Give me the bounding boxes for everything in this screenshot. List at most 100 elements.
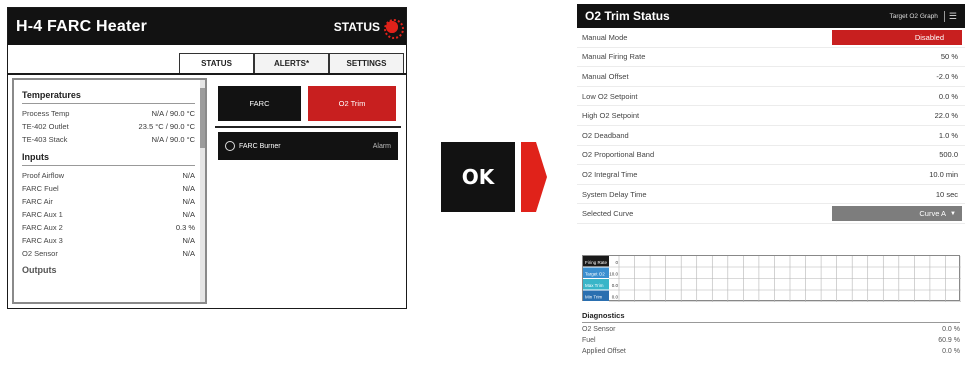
list-item: FARC Air N/A <box>22 195 195 208</box>
reading-label: Process Temp <box>22 109 70 118</box>
heater-title-bar: H-4 FARC Heater STATUS <box>8 8 406 45</box>
readings-list: Temperatures Process Temp N/A / 90.0 °C T… <box>12 78 207 304</box>
curve-cell-value: 0 <box>615 260 618 265</box>
right-arrow-icon <box>521 142 547 212</box>
list-item[interactable]: Low O2 Setpoint 0.0 % <box>577 87 965 107</box>
reading-label: Proof Airflow <box>22 171 65 180</box>
reading-value: N/A <box>182 171 195 180</box>
temperatures-section: Temperatures Process Temp N/A / 90.0 °C T… <box>14 80 205 278</box>
list-item[interactable]: O2 Integral Time 10.0 min <box>577 165 965 185</box>
curve-cell-value: 0.0 <box>612 283 619 288</box>
row-value: 50 % <box>940 52 958 62</box>
curve-row-label: Max Trim <box>585 283 604 288</box>
list-item[interactable]: O2 Proportional Band 500.0 <box>577 146 965 166</box>
burner-label: FARC Burner <box>239 142 281 150</box>
curve-table[interactable]: Firing Rate 0 Target O2 10.0 Max Trim 0.0 Min … <box>582 255 961 302</box>
status-indicator[interactable]: STATUS <box>334 18 404 39</box>
reading-value: N/A / 90.0 °C <box>151 135 195 144</box>
list-item: FARC Aux 3 N/A <box>22 234 195 247</box>
reading-label: FARC Fuel <box>22 184 59 193</box>
section-divider <box>215 126 401 128</box>
row-label: Manual Offset <box>582 71 629 81</box>
list-item: FARC Aux 2 0.3 % <box>22 221 195 234</box>
reading-label: O2 Sensor <box>22 249 58 258</box>
farc-button[interactable]: FARC <box>218 86 301 121</box>
o2-trim-button[interactable]: O2 Trim <box>308 86 396 121</box>
tab-divider <box>8 73 406 75</box>
reading-value: N/A <box>182 210 195 219</box>
o2-trim-status-panel: O2 Trim Status Target O2 Graph ☰ Manual … <box>577 4 965 367</box>
title-actions: Target O2 Graph ☰ <box>890 10 957 22</box>
reading-value: N/A <box>182 184 195 193</box>
o2-trim-title-bar: O2 Trim Status Target O2 Graph ☰ <box>577 4 965 28</box>
reading-label: FARC Aux 2 <box>22 223 63 232</box>
curve-grid-svg: Firing Rate 0 Target O2 10.0 Max Trim 0.0 Min … <box>583 256 961 302</box>
list-item: O2 Sensor 0.0 % <box>582 324 962 335</box>
menu-icon[interactable]: ☰ <box>943 10 957 22</box>
row-value: 60.9 % <box>938 337 960 344</box>
selected-curve-row: Selected Curve Curve A ▼ <box>577 204 965 224</box>
farc-burner-item[interactable]: FARC Burner Alarm <box>218 132 398 160</box>
reading-value: 23.5 °C / 90.0 °C <box>138 122 195 131</box>
tab-alerts[interactable]: ALERTS* <box>254 53 329 73</box>
target-o2-graph-link[interactable]: Target O2 Graph <box>890 13 938 20</box>
caret-down-icon: ▼ <box>950 210 956 217</box>
inputs-heading: Inputs <box>22 146 195 166</box>
row-label: O2 Deadband <box>582 130 629 140</box>
outputs-heading: Outputs <box>22 265 57 275</box>
row-label: O2 Sensor <box>582 326 616 333</box>
alarm-status-icon <box>384 18 404 39</box>
curve-row-label: Firing Rate <box>585 260 608 265</box>
row-value: 22.0 % <box>934 111 958 121</box>
row-label: High O2 Setpoint <box>582 111 640 121</box>
list-item: FARC Aux 1 N/A <box>22 208 195 221</box>
reading-value: 0.3 % <box>175 223 195 232</box>
curve-cell-value: 10.0 <box>609 271 618 276</box>
row-label: O2 Integral Time <box>582 169 638 179</box>
list-item: Applied Offset 0.0 % <box>582 346 962 357</box>
screenshot-stage: H-4 FARC Heater STATUS STATUS ALERTS* SE… <box>0 0 965 367</box>
manual-mode-row: Manual Mode Disabled <box>577 28 965 48</box>
row-label: Manual Mode <box>582 32 628 42</box>
list-item[interactable]: Manual Firing Rate 50 % <box>577 48 965 68</box>
reading-value: N/A <box>182 236 195 245</box>
tab-settings[interactable]: SETTINGS <box>329 53 404 73</box>
row-label: Fuel <box>582 337 596 344</box>
row-label: Manual Firing Rate <box>582 52 646 62</box>
tab-status[interactable]: STATUS <box>179 53 254 73</box>
ok-button[interactable]: OK <box>441 142 515 212</box>
list-item: Fuel 60.9 % <box>582 335 962 346</box>
diagnostics-heading: Diagnostics <box>582 311 960 323</box>
list-item: Proof Airflow N/A <box>22 169 195 182</box>
readings-scrollbar[interactable] <box>200 80 205 302</box>
list-item: TE-403 Stack N/A / 90.0 °C <box>22 133 195 146</box>
row-value: 10.0 min <box>929 169 958 179</box>
row-label: Low O2 Setpoint <box>582 91 638 101</box>
list-item[interactable]: System Delay Time 10 sec <box>577 185 965 205</box>
curve-row-label: Target O2 <box>585 271 605 276</box>
reading-value: N/A / 90.0 °C <box>151 109 195 118</box>
row-value: 0.0 % <box>942 348 960 355</box>
list-item: TE-402 Outlet 23.5 °C / 90.0 °C <box>22 120 195 133</box>
row-label: O2 Proportional Band <box>582 150 655 160</box>
list-item[interactable]: O2 Deadband 1.0 % <box>577 126 965 146</box>
list-item[interactable]: High O2 Setpoint 22.0 % <box>577 106 965 126</box>
reading-label: FARC Aux 1 <box>22 210 63 219</box>
row-label: System Delay Time <box>582 189 647 199</box>
curve-select[interactable]: Curve A ▼ <box>832 206 962 222</box>
list-item: Process Temp N/A / 90.0 °C <box>22 107 195 120</box>
reading-value: N/A <box>182 197 195 206</box>
curve-row-label: Min Trim <box>585 294 603 299</box>
row-value: -2.0 % <box>936 71 958 81</box>
list-item: O2 Sensor N/A <box>22 247 195 260</box>
burner-status-icon <box>225 141 235 151</box>
manual-mode-toggle[interactable]: Disabled <box>832 29 962 45</box>
farc-heater-panel: H-4 FARC Heater STATUS STATUS ALERTS* SE… <box>7 7 407 309</box>
reading-label: TE-402 Outlet <box>22 122 69 131</box>
curve-cell-value: 0.0 <box>612 294 619 299</box>
curve-select-value: Curve A <box>919 209 947 219</box>
burner-state: Alarm <box>372 142 391 150</box>
list-item[interactable]: Manual Offset -2.0 % <box>577 67 965 87</box>
reading-label: FARC Air <box>22 197 53 206</box>
row-label: Selected Curve <box>582 209 634 219</box>
